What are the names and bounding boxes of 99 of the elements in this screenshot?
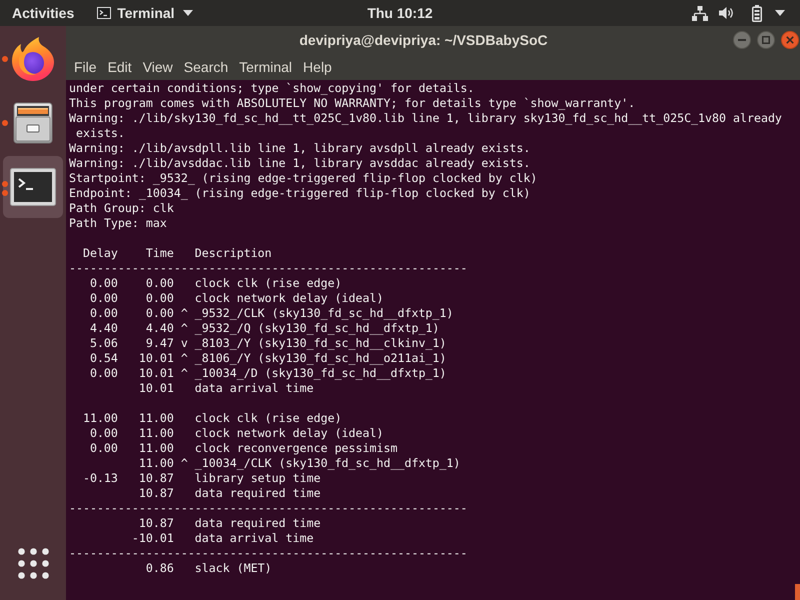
delay-value: 5.06 <box>90 336 118 350</box>
description-text: clock reconvergence pessimism <box>194 441 398 455</box>
menu-item[interactable]: View <box>138 56 178 76</box>
time-value: 0.86 <box>146 561 174 575</box>
time-value: 11.00 <box>138 456 174 470</box>
dock-launcher[interactable] <box>3 156 63 218</box>
description-text: data arrival time <box>194 381 314 395</box>
time-value: 4.40 <box>146 321 174 335</box>
menu-item[interactable]: Edit <box>102 56 137 76</box>
minimize-button[interactable] <box>733 30 751 48</box>
description-text: _8106_/Y (sky130_fd_sc_hd__o211ai_1) <box>194 351 446 365</box>
delay-value: -0.13 <box>82 471 118 485</box>
time-value: 11.00 <box>138 441 174 455</box>
system-menu-button[interactable] <box>692 4 785 22</box>
description-text: data required time <box>194 516 321 530</box>
output-line: Endpoint: _10034_ (rising edge-triggered flip-flop clocked by clk) <box>69 186 530 201</box>
description-text: clock clk (rise edge) <box>194 276 342 290</box>
time-value: 10.01 <box>138 366 174 380</box>
edge-marker-drawing <box>795 584 800 600</box>
delay-value: 0.54 <box>90 351 118 365</box>
clock-button[interactable]: Thu 10:12 <box>367 5 433 21</box>
menu-item[interactable]: Terminal <box>234 56 298 76</box>
close-button[interactable] <box>781 30 799 48</box>
menu-item[interactable]: Search <box>178 56 234 76</box>
description-text: clock clk (rise edge) <box>194 411 342 425</box>
caret-icon <box>182 10 193 16</box>
time-value: 0.00 <box>146 276 174 290</box>
close-icon <box>786 36 794 44</box>
dashed-divider: --------------------------------------------------------- <box>69 546 468 561</box>
edge-marker: ^ <box>180 456 188 470</box>
menu-item[interactable]: Help <box>298 56 337 76</box>
network-icon <box>692 6 708 20</box>
output-line: Path Type: max <box>69 216 167 231</box>
delay-value: 0.00 <box>90 276 118 290</box>
description-text: _8103_/Y (sky130_fd_sc_hd__clkinv_1) <box>194 336 446 350</box>
window-title: devipriya@devipriya: ~/VSDBabySoC <box>298 32 549 48</box>
show-applications-button[interactable] <box>18 548 48 579</box>
time-value: 10.87 <box>138 486 174 500</box>
edge-marker: ^ <box>180 351 188 365</box>
description-text: clock network delay (ideal) <box>194 426 384 440</box>
time-value: 9.47 <box>146 336 174 350</box>
dock-launcher[interactable] <box>10 36 56 82</box>
output-line: Path Group: clk <box>69 201 174 216</box>
menu-item[interactable]: File <box>69 56 102 76</box>
flame-globe-icon <box>10 36 56 82</box>
delay-value: 11.00 <box>82 411 118 425</box>
time-value: 0.00 <box>146 306 174 320</box>
delay-value: 0.00 <box>90 366 118 380</box>
time-value: 11.00 <box>138 426 174 440</box>
time-value: -10.01 <box>132 531 174 545</box>
maximize-icon <box>762 36 770 44</box>
time-value: 10.01 <box>138 351 174 365</box>
delay-value: 0.00 <box>90 426 118 440</box>
output-line: Warning: ./lib/avsdpll.lib line 1, library avsdpll already exists. <box>69 141 530 156</box>
time-value: 11.00 <box>138 411 174 425</box>
terminal-icon <box>97 7 112 19</box>
activities-button[interactable]: Activities <box>12 5 74 21</box>
output-line: under certain conditions; type `show_copying' for details. <box>69 81 474 96</box>
edge-marker: ^ <box>180 306 188 320</box>
output-line: Startpoint: _9532_ (rising edge-triggered flip-flop clocked by clk) <box>69 171 538 186</box>
output-line: exists. <box>74 126 125 141</box>
output-line: Warning: ./lib/sky130_fd_sc_hd__tt_025C_1v80.lib line 1, library sky130_fd_sc_hd__tt_025C_1v80 already <box>69 111 782 126</box>
edge-marker: v <box>180 336 188 350</box>
description-text: clock network delay (ideal) <box>194 291 384 305</box>
time-value: 10.87 <box>138 516 174 530</box>
column-header: Delay <box>82 246 118 260</box>
delay-value: 4.40 <box>90 321 118 335</box>
description-text: data required time <box>194 486 321 500</box>
minimize-icon <box>738 38 746 40</box>
description-text: data arrival time <box>194 531 314 545</box>
output-line: This program comes with ABSOLUTELY NO WARRANTY; for details type `show_warranty'. <box>69 96 636 111</box>
file-cabinet-icon <box>13 102 53 144</box>
app-grid-icon <box>18 548 48 579</box>
caret-icon <box>775 10 785 16</box>
delay-value: 0.00 <box>90 441 118 455</box>
time-value: 10.01 <box>138 381 174 395</box>
volume-icon <box>719 6 735 20</box>
delay-value: 0.00 <box>90 306 118 320</box>
time-value: 0.00 <box>146 291 174 305</box>
maximize-button[interactable] <box>757 30 775 48</box>
description-text: slack (MET) <box>194 561 272 575</box>
description-text: _10034_/D (sky130_fd_sc_hd__dfxtp_1) <box>194 366 446 380</box>
description-text: library setup time <box>194 471 321 485</box>
dock-launcher[interactable] <box>13 102 53 144</box>
edge-marker: ^ <box>180 321 188 335</box>
column-header: Time <box>146 246 174 260</box>
time-value: 10.87 <box>138 471 174 485</box>
description-text: _9532_/Q (sky130_fd_sc_hd__dfxtp_1) <box>194 321 440 335</box>
edge-marker: ^ <box>180 366 188 380</box>
output-line: Warning: ./lib/avsddac.lib line 1, library avsddac already exists. <box>69 156 530 171</box>
terminal-icon <box>10 168 56 206</box>
dashed-divider: --------------------------------------------------------- <box>69 261 468 276</box>
battery-icon <box>752 4 762 22</box>
delay-value: 0.00 <box>90 291 118 305</box>
column-header: Description <box>194 246 272 260</box>
description-text: _9532_/CLK (sky130_fd_sc_hd__dfxtp_1) <box>194 306 454 320</box>
app-menu-button[interactable]: Terminal <box>97 5 193 21</box>
description-text: _10034_/CLK (sky130_fd_sc_hd__dfxtp_1) <box>194 456 460 470</box>
dashed-divider: --------------------------------------------------------- <box>69 501 468 516</box>
